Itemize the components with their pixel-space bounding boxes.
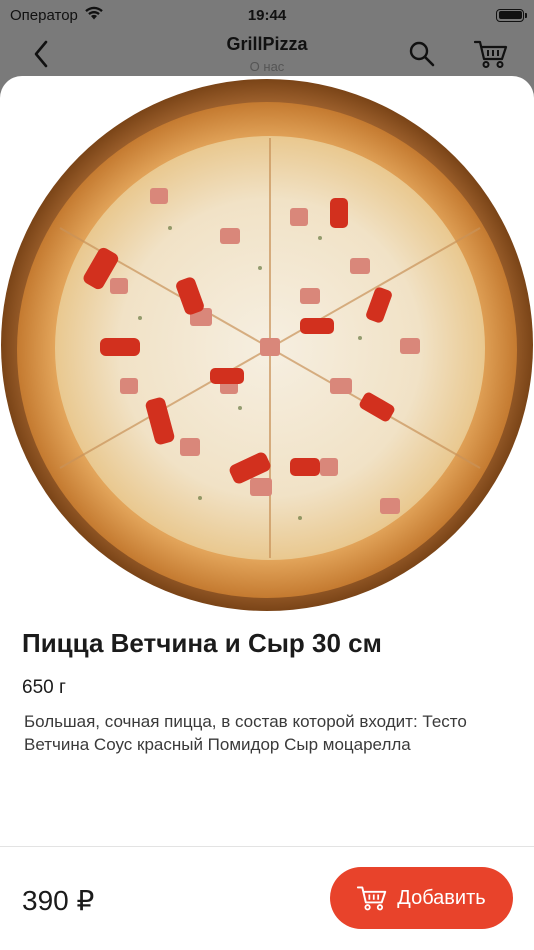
product-description: Большая, сочная пицца, в состав которой … — [24, 712, 467, 754]
product-title: Пицца Ветчина и Сыр 30 см — [22, 628, 382, 658]
search-icon — [409, 41, 435, 67]
product-sheet: Пицца Ветчина и Сыр 30 см 650 г Большая,… — [0, 76, 534, 950]
app-title: GrillPizza — [226, 34, 308, 54]
product-weight: 650 г — [22, 677, 66, 698]
cart-icon — [357, 886, 387, 911]
cart-icon — [474, 40, 508, 68]
product-price: 390 ₽ — [22, 885, 95, 916]
nav-title-group: GrillPizza О нас — [0, 34, 534, 74]
pizza-photo — [1, 79, 533, 611]
nav-bar: GrillPizza О нас — [0, 30, 534, 78]
status-left: Оператор — [10, 6, 104, 24]
about-link[interactable]: О нас — [0, 59, 534, 74]
divider — [0, 846, 534, 847]
status-bar: Оператор 19:44 — [0, 0, 534, 30]
cart-button[interactable] — [472, 36, 510, 72]
wifi-icon — [84, 6, 104, 24]
add-button-label: Добавить — [397, 886, 486, 909]
battery-icon — [496, 8, 527, 22]
search-button[interactable] — [406, 38, 438, 70]
carrier-label: Оператор — [10, 6, 78, 24]
add-to-cart-button[interactable]: Добавить — [330, 867, 513, 929]
